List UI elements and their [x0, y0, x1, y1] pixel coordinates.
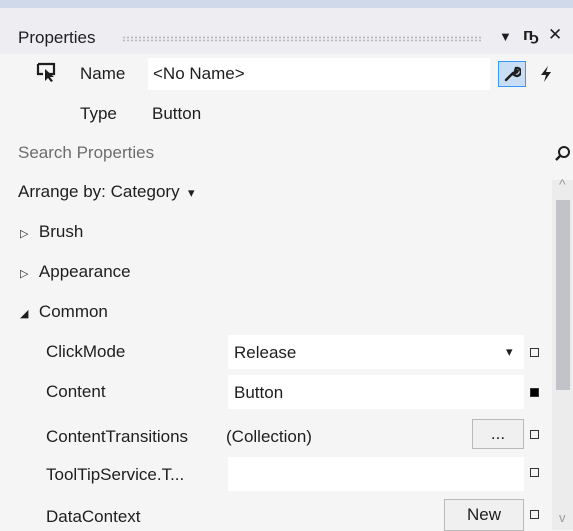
properties-view-button[interactable] [498, 61, 526, 87]
arrange-by-dropdown[interactable]: Arrange by: Category ▾ [18, 182, 195, 202]
category-common[interactable]: ◢ Common [20, 302, 108, 322]
property-value: (Collection) [226, 427, 312, 446]
arrange-by-label: Arrange by: Category [18, 182, 180, 201]
search-properties-field[interactable]: Search Properties [0, 136, 573, 170]
tooltip-field[interactable] [228, 457, 524, 491]
collapse-arrow-icon[interactable]: ◢ [20, 308, 28, 320]
clickmode-dropdown[interactable]: Release ▾ [228, 335, 524, 369]
name-value: <No Name> [153, 64, 245, 83]
window-top-border [0, 0, 573, 8]
expand-arrow-icon[interactable]: ▷ [20, 268, 28, 280]
property-marker-square[interactable] [530, 510, 539, 519]
property-name: ClickMode [46, 342, 126, 361]
category-label: Brush [38, 222, 84, 241]
property-marker-square[interactable] [530, 430, 539, 439]
search-icon[interactable] [554, 145, 572, 163]
events-view-button[interactable] [532, 61, 560, 87]
search-placeholder: Search Properties [18, 143, 155, 162]
property-name: Content [46, 382, 106, 401]
name-label: Name [80, 64, 126, 83]
property-marker-square[interactable] [530, 388, 539, 397]
scroll-up-icon[interactable]: ^ [559, 176, 566, 192]
scrollbar-thumb[interactable] [556, 200, 570, 390]
drag-grip[interactable] [122, 36, 482, 42]
property-value: Button [234, 383, 284, 402]
property-value: Release [234, 343, 297, 362]
property-name: ToolTipService.T... [46, 465, 185, 484]
category-brush[interactable]: ▷ Brush [20, 222, 83, 242]
category-appearance[interactable]: ▷ Appearance [20, 262, 131, 282]
element-picker-icon[interactable] [36, 61, 58, 88]
property-name: ContentTransitions [46, 427, 189, 446]
new-datacontext-button[interactable]: New [444, 499, 524, 531]
dropdown-arrow-icon[interactable]: ▼ [499, 29, 512, 44]
lightning-icon [541, 66, 551, 82]
wrench-icon [504, 66, 521, 82]
property-marker-square[interactable] [530, 468, 539, 477]
category-label: Common [38, 302, 108, 321]
type-value: Button [152, 104, 202, 123]
chevron-down-icon: ▾ [188, 185, 195, 200]
properties-title-bar[interactable]: Properties ▼ ҧ ✕ [0, 8, 573, 54]
type-label: Type [80, 104, 117, 123]
close-icon[interactable]: ✕ [548, 25, 562, 45]
pin-icon[interactable]: ҧ [523, 25, 539, 45]
name-field[interactable]: <No Name> [148, 58, 490, 90]
category-label: Appearance [38, 262, 131, 281]
collection-editor-button[interactable]: ... [472, 419, 524, 449]
property-name: DataContext [46, 507, 141, 526]
chevron-down-icon: ▾ [506, 344, 513, 359]
content-field[interactable]: Button [228, 375, 524, 409]
property-marker-square[interactable] [530, 348, 539, 357]
scroll-down-icon[interactable]: v [559, 510, 566, 525]
expand-arrow-icon[interactable]: ▷ [20, 228, 28, 240]
panel-title: Properties [18, 28, 96, 47]
